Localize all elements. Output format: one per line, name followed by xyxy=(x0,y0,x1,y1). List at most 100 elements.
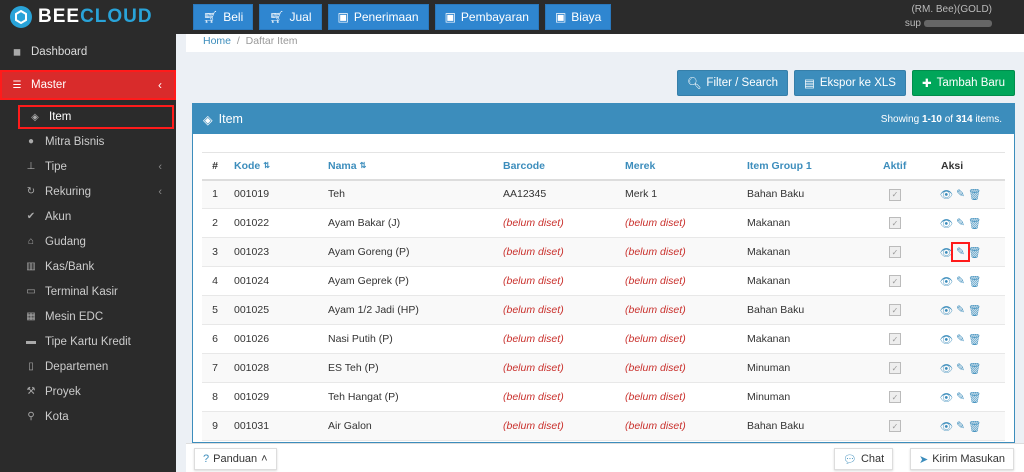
breadcrumb-current: Daftar Item xyxy=(245,35,298,47)
cube-icon: ◈ xyxy=(203,112,213,127)
money-icon: ▣ xyxy=(554,10,567,24)
sidebar-item-departemen[interactable]: ▯ Departemen xyxy=(0,354,176,379)
breadcrumb-home[interactable]: Home xyxy=(203,35,231,47)
active-checkbox[interactable]: ✓ xyxy=(889,188,901,201)
sidebar-item-rekuring[interactable]: ↻ Rekuring ‹ xyxy=(0,179,176,204)
edit-icon[interactable]: ✎ xyxy=(955,333,966,345)
row-nama: Nasi Putih (P) xyxy=(322,324,497,354)
active-checkbox[interactable]: ✓ xyxy=(889,420,901,433)
row-actions: 👁︎ ✎ 🗑︎ xyxy=(935,208,1005,238)
row-actions: 👁︎ ✎ 🗑︎ xyxy=(935,295,1005,325)
penerimaan-button[interactable]: ▣ Penerimaan xyxy=(327,4,429,30)
panel-header: ◈ Item Showing 1-10 of 314 items. xyxy=(193,104,1014,134)
row-aktif: ✓ xyxy=(877,411,935,441)
biaya-button[interactable]: ▣ Biaya xyxy=(544,4,612,30)
edit-icon[interactable]: ✎ xyxy=(955,362,966,374)
filter-search-button[interactable]: 🔍︎ Filter / Search xyxy=(676,70,788,96)
col-merek[interactable]: Merek xyxy=(619,152,741,181)
delete-icon[interactable]: 🗑︎ xyxy=(968,333,981,346)
pembayaran-button[interactable]: ▣ Pembayaran xyxy=(434,4,539,30)
delete-icon[interactable]: 🗑︎ xyxy=(968,362,981,375)
view-icon[interactable]: 👁︎ xyxy=(940,246,953,259)
view-icon[interactable]: 👁︎ xyxy=(940,391,953,404)
table-row: 2 001022 Ayam Bakar (J) (belum diset) (belum… xyxy=(202,208,1005,238)
active-checkbox[interactable]: ✓ xyxy=(889,362,901,375)
delete-icon[interactable]: 🗑︎ xyxy=(968,275,981,288)
sitemap-icon: ⊥ xyxy=(26,161,36,172)
col-nama[interactable]: Nama ⇅ xyxy=(322,152,497,181)
feedback-button[interactable]: ➤ Kirim Masukan xyxy=(910,448,1014,470)
edit-icon[interactable]: ✎ xyxy=(955,217,966,229)
col-barcode[interactable]: Barcode xyxy=(497,152,619,181)
add-new-button[interactable]: ✚ Tambah Baru xyxy=(911,70,1015,96)
export-xls-button[interactable]: ▤ Ekspor ke XLS xyxy=(794,70,906,96)
edit-icon[interactable]: ✎ xyxy=(955,391,966,403)
sidebar-item-tipe-kartu-kredit[interactable]: ▬ Tipe Kartu Kredit xyxy=(0,329,176,354)
row-merek: (belum diset) xyxy=(619,208,741,238)
delete-icon[interactable]: 🗑︎ xyxy=(968,304,981,317)
row-merek: (belum diset) xyxy=(619,382,741,412)
row-barcode: (belum diset) xyxy=(497,266,619,296)
active-checkbox[interactable]: ✓ xyxy=(889,246,901,259)
item-panel: ◈ Item Showing 1-10 of 314 items. # Kode… xyxy=(192,103,1015,443)
table-row: 1 001019 Teh AA12345 Merk 1 Bahan Baku ✓ 👁︎ ✎ 🗑︎ xyxy=(202,179,1005,209)
sidebar-item-mitra-bisnis[interactable]: ● Mitra Bisnis xyxy=(0,129,176,154)
sidebar-item-dashboard[interactable]: ◼ Dashboard xyxy=(0,34,176,70)
edit-icon[interactable]: ✎ xyxy=(955,304,966,316)
row-aktif: ✓ xyxy=(877,179,935,209)
delete-icon[interactable]: 🗑︎ xyxy=(968,246,981,259)
jual-button[interactable]: 🛒︎ Jual xyxy=(259,4,322,30)
chevron-up-icon: ˄ xyxy=(261,453,268,465)
view-icon[interactable]: 👁︎ xyxy=(940,217,953,230)
sidebar-item-terminal-kasir[interactable]: ▭ Terminal Kasir xyxy=(0,279,176,304)
view-icon[interactable]: 👁︎ xyxy=(940,420,953,433)
beli-button[interactable]: 🛒︎ Beli xyxy=(193,4,254,30)
guide-button[interactable]: ? Panduan ˄ xyxy=(194,448,277,470)
row-barcode: (belum diset) xyxy=(497,208,619,238)
row-number: 3 xyxy=(202,237,228,267)
sidebar-item-gudang[interactable]: ⌂ Gudang xyxy=(0,229,176,254)
view-icon[interactable]: 👁︎ xyxy=(940,304,953,317)
logo[interactable]: BEECLOUD xyxy=(0,0,176,34)
view-icon[interactable]: 👁︎ xyxy=(940,362,953,375)
chevron-left-icon: ‹ xyxy=(158,185,162,198)
active-checkbox[interactable]: ✓ xyxy=(889,304,901,317)
sidebar-item-master[interactable]: ☰ Master ‹ xyxy=(0,70,176,100)
col-item-group[interactable]: Item Group 1 xyxy=(741,152,877,181)
table-row: 9 001031 Air Galon (belum diset) (belum dise… xyxy=(202,411,1005,441)
user-info[interactable]: (RM. Bee)(GOLD) sup xyxy=(905,3,992,31)
sidebar-item-akun[interactable]: ✔ Akun xyxy=(0,204,176,229)
sidebar-item-tipe[interactable]: ⊥ Tipe ‹ xyxy=(0,154,176,179)
delete-icon[interactable]: 🗑︎ xyxy=(968,217,981,230)
redacted-email xyxy=(924,19,992,27)
delete-icon[interactable]: 🗑︎ xyxy=(968,188,981,201)
sidebar-item-kota[interactable]: ⚲ Kota xyxy=(0,404,176,429)
sidebar-item-mesin-edc[interactable]: ▦ Mesin EDC xyxy=(0,304,176,329)
row-merek: (belum diset) xyxy=(619,237,741,267)
view-icon[interactable]: 👁︎ xyxy=(940,188,953,201)
active-checkbox[interactable]: ✓ xyxy=(889,217,901,230)
row-kode: 001029 xyxy=(228,382,322,412)
edit-icon[interactable]: ✎ xyxy=(955,188,966,200)
chat-button[interactable]: 💬︎ Chat xyxy=(834,448,894,470)
view-icon[interactable]: 👁︎ xyxy=(940,333,953,346)
col-aktif[interactable]: Aktif xyxy=(877,152,935,181)
delete-icon[interactable]: 🗑︎ xyxy=(968,420,981,433)
row-nama: Ayam Geprek (P) xyxy=(322,266,497,296)
edit-icon[interactable]: ✎ xyxy=(955,420,966,432)
sidebar-item-proyek[interactable]: ⚒ Proyek xyxy=(0,379,176,404)
sidebar-item-kas-bank[interactable]: ▥ Kas/Bank xyxy=(0,254,176,279)
col-kode[interactable]: Kode ⇅ xyxy=(228,152,322,181)
delete-icon[interactable]: 🗑︎ xyxy=(968,391,981,404)
active-checkbox[interactable]: ✓ xyxy=(889,275,901,288)
gavel-icon: ⚒ xyxy=(26,386,36,397)
row-merek: (belum diset) xyxy=(619,295,741,325)
active-checkbox[interactable]: ✓ xyxy=(889,333,901,346)
edit-icon[interactable]: ✎ xyxy=(951,242,970,262)
cart-icon: 🛒︎ xyxy=(269,10,285,24)
active-checkbox[interactable]: ✓ xyxy=(889,391,901,404)
view-icon[interactable]: 👁︎ xyxy=(940,275,953,288)
edit-icon[interactable]: ✎ xyxy=(955,275,966,287)
table-row: 8 001029 Teh Hangat (P) (belum diset) (belum… xyxy=(202,382,1005,412)
sidebar-item-item[interactable]: ◈ Item xyxy=(18,105,174,129)
